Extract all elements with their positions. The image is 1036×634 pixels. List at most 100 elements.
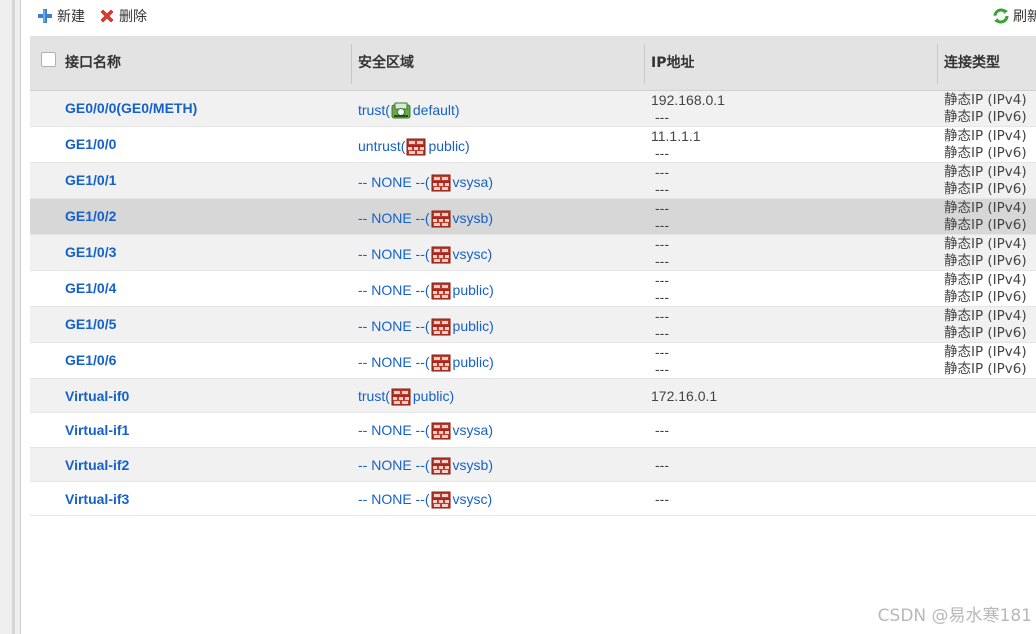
column-header-ip[interactable]: IP地址 (651, 36, 694, 90)
column-separator[interactable] (644, 44, 645, 84)
left-scroll-edge (12, 0, 15, 634)
zone-name: -- NONE --( (358, 318, 430, 334)
table-row[interactable]: GE1/0/0 untrust(public) 11.1.1.1 --- 静态IP (I… (30, 127, 1036, 163)
ip-address-cell: --- --- (651, 164, 669, 198)
interface-name-link[interactable]: Virtual-if1 (65, 422, 129, 438)
connection-type-ipv4: 静态IP (IPv4) (944, 272, 1027, 288)
vsys-name: vsysc) (452, 246, 493, 262)
security-zone-link[interactable]: -- NONE --( vsysa) (358, 422, 493, 440)
left-frame-border (0, 0, 21, 634)
security-zone-link[interactable]: trust(public) (358, 388, 454, 406)
ipv4-address: --- (655, 272, 669, 288)
ipv6-address: --- (655, 253, 669, 269)
connection-type-cell: 静态IP (IPv4) 静态IP (IPv6) (944, 200, 1027, 234)
security-zone-link[interactable]: -- NONE --(public) (358, 318, 494, 336)
table-row[interactable]: Virtual-if0 trust(public) 172.16.0.1 (30, 379, 1036, 413)
zone-name: -- NONE --( (358, 422, 430, 438)
ipv4-address: --- (655, 491, 669, 507)
refresh-button[interactable]: 刷新 (992, 6, 1036, 26)
ip-address-cell: --- --- (651, 200, 669, 234)
ipv4-address: --- (655, 164, 669, 180)
interface-name-link[interactable]: Virtual-if3 (65, 491, 129, 507)
connection-type-ipv6: 静态IP (IPv6) (944, 145, 1027, 161)
table-row[interactable]: GE1/0/2 -- NONE --(vsysb) --- --- 静态IP (IPv4… (30, 199, 1036, 235)
table-row[interactable]: GE0/0/0(GE0/METH) trust(default) 192.168.0… (30, 91, 1036, 127)
ip-address-cell: --- --- (651, 236, 669, 270)
zone-name: -- NONE --( (358, 491, 430, 507)
interface-name-link[interactable]: GE1/0/6 (65, 352, 116, 368)
security-zone-link[interactable]: -- NONE --(vsysa) (358, 174, 493, 192)
ip-address-cell: --- (651, 422, 669, 439)
interface-name-link[interactable]: Virtual-if2 (65, 457, 129, 473)
security-zone-link[interactable]: -- NONE --(public) (358, 282, 494, 300)
security-zone-link[interactable]: -- NONE --(vsysb) (358, 210, 493, 228)
ip-address-cell: 172.16.0.1 (651, 388, 717, 405)
zone-name: untrust( (358, 138, 406, 154)
select-all-checkbox[interactable] (41, 52, 56, 67)
column-header-zone[interactable]: 安全区域 (358, 36, 414, 90)
table-row[interactable]: Virtual-if1 -- NONE --( vsysa) --- (30, 413, 1036, 448)
table-row[interactable]: GE1/0/6 -- NONE --(public) --- --- 静态IP (IPv… (30, 343, 1036, 379)
firewall-icon (431, 210, 451, 228)
zone-name: trust( (358, 102, 390, 118)
column-separator[interactable] (937, 44, 938, 84)
firewall-icon (431, 246, 451, 264)
firewall-icon (431, 354, 451, 372)
zone-name: -- NONE --( (358, 246, 430, 262)
column-header-name[interactable]: 接口名称 (65, 36, 121, 90)
security-zone-link[interactable]: -- NONE --(public) (358, 354, 494, 372)
ipv6-address: --- (655, 289, 669, 305)
ipv4-address: 11.1.1.1 (651, 128, 701, 144)
table-row[interactable]: GE1/0/1 -- NONE --(vsysa) --- --- 静态IP (IPv4… (30, 163, 1036, 199)
vsys-name: vsysb) (452, 457, 493, 473)
connection-type-cell: 静态IP (IPv4) 静态IP (IPv6) (944, 236, 1027, 270)
table-row[interactable]: Virtual-if2 -- NONE --(vsysb) --- (30, 448, 1036, 482)
interface-name-link[interactable]: GE1/0/4 (65, 280, 116, 296)
table-row[interactable]: GE1/0/5 -- NONE --(public) --- --- 静态IP (IPv… (30, 307, 1036, 343)
ipv4-address: --- (655, 200, 669, 216)
ip-address-cell: --- (651, 457, 669, 474)
security-zone-link[interactable]: -- NONE --(vsysb) (358, 457, 493, 475)
vsys-name: vsysa) (452, 422, 493, 438)
watermark: CSDN @易水寒181 (877, 606, 1032, 626)
ip-address-cell: 192.168.0.1 --- (651, 92, 725, 126)
table-row[interactable]: GE1/0/4 -- NONE --(public) --- --- 静态IP (IPv… (30, 271, 1036, 307)
column-separator[interactable] (351, 44, 352, 84)
connection-type-ipv4: 静态IP (IPv4) (944, 164, 1027, 180)
connection-type-ipv4: 静态IP (IPv4) (944, 128, 1027, 144)
new-button-label: 新建 (57, 9, 85, 25)
new-button[interactable]: 新建 (36, 6, 85, 26)
interface-name-link[interactable]: GE1/0/3 (65, 244, 116, 260)
ipv4-address: 192.168.0.1 (651, 92, 725, 108)
delete-button[interactable]: 删除 (98, 6, 147, 26)
security-zone-link[interactable]: untrust(public) (358, 138, 470, 156)
firewall-icon (391, 388, 411, 406)
table-header: 接口名称 安全区域 IP地址 连接类型 (30, 36, 1036, 91)
table-row[interactable]: Virtual-if3 -- NONE --(vsysc) --- (30, 482, 1036, 516)
interface-name-link[interactable]: GE1/0/1 (65, 172, 116, 188)
security-zone-link[interactable]: -- NONE --( vsysc) (358, 246, 493, 264)
firewall-icon (431, 282, 451, 300)
column-header-connection-type[interactable]: 连接类型 (944, 36, 1000, 90)
connection-type-ipv6: 静态IP (IPv6) (944, 181, 1027, 197)
vsys-name: vsysa) (452, 174, 493, 190)
connection-type-ipv6: 静态IP (IPv6) (944, 109, 1027, 125)
system-icon (391, 102, 411, 120)
firewall-icon (431, 318, 451, 336)
interface-name-link[interactable]: GE0/0/0(GE0/METH) (65, 100, 197, 116)
interface-name-link[interactable]: GE1/0/0 (65, 136, 116, 152)
interface-name-link[interactable]: GE1/0/5 (65, 316, 116, 332)
security-zone-link[interactable]: -- NONE --(vsysc) (358, 491, 492, 509)
interface-name-link[interactable]: GE1/0/2 (65, 208, 116, 224)
firewall-icon (431, 174, 451, 192)
ipv4-address: --- (655, 457, 669, 473)
connection-type-cell: 静态IP (IPv4) 静态IP (IPv6) (944, 128, 1027, 162)
connection-type-cell: 静态IP (IPv4) 静态IP (IPv6) (944, 164, 1027, 198)
table-row[interactable]: GE1/0/3 -- NONE --( vsysc) --- --- 静态IP (IPv4… (30, 235, 1036, 271)
connection-type-ipv4: 静态IP (IPv4) (944, 344, 1027, 360)
interface-name-link[interactable]: Virtual-if0 (65, 388, 129, 404)
security-zone-link[interactable]: trust(default) (358, 102, 460, 120)
connection-type-ipv6: 静态IP (IPv6) (944, 361, 1027, 377)
ip-address-cell: --- --- (651, 344, 669, 378)
row-divider (30, 515, 1036, 516)
